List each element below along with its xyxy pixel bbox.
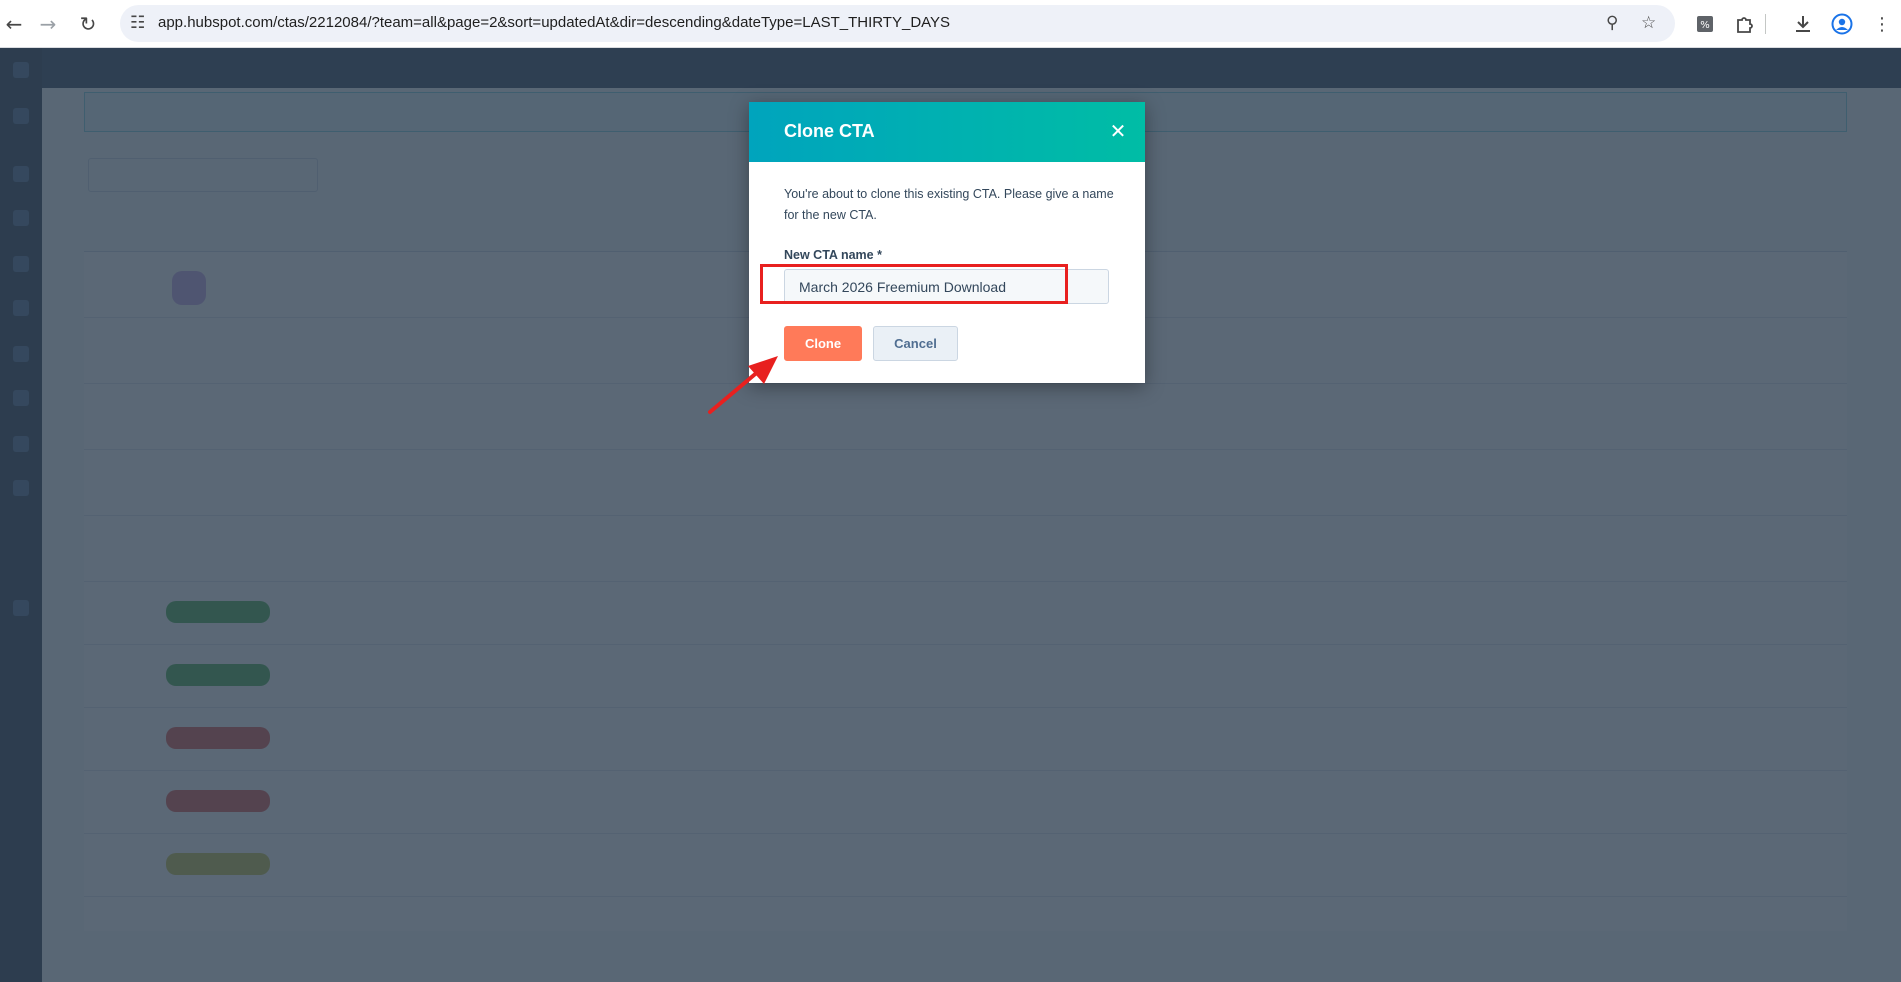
url-text[interactable]: app.hubspot.com/ctas/2212084/?team=all&p… [158,14,950,31]
extension-icon[interactable]: % [1692,11,1718,37]
zoom-icon[interactable]: ⚲ [1606,13,1618,33]
dialog-description: You're about to clone this existing CTA.… [784,187,1114,222]
back-icon[interactable]: ← [0,10,28,38]
annotation-highlight-box [760,264,1068,304]
cancel-button[interactable]: Cancel [873,326,958,361]
close-icon[interactable]: ✕ [1107,119,1129,143]
cta-name-label: New CTA name * [784,248,882,262]
svg-text:%: % [1700,20,1710,31]
clone-cta-dialog: Clone CTA ✕ You're about to clone this e… [749,102,1145,383]
profile-icon[interactable] [1829,11,1855,37]
puzzle-icon[interactable] [1731,11,1757,37]
toolbar-divider [1765,14,1766,34]
forward-icon[interactable]: → [34,10,62,38]
dialog-title: Clone CTA [784,121,875,141]
browser-toolbar: ← → ↻ ☷ app.hubspot.com/ctas/2212084/?te… [0,0,1901,48]
site-info-icon[interactable]: ☷ [130,13,145,33]
download-icon[interactable] [1790,11,1816,37]
bookmark-star-icon[interactable]: ☆ [1641,13,1656,33]
annotation-arrow-icon [708,356,778,414]
clone-button[interactable]: Clone [784,326,862,361]
reload-icon[interactable]: ↻ [74,10,102,38]
menu-icon[interactable]: ⋮ [1869,11,1895,37]
dialog-header: Clone CTA ✕ [749,102,1145,162]
address-bar[interactable]: ☷ app.hubspot.com/ctas/2212084/?team=all… [120,5,1675,42]
